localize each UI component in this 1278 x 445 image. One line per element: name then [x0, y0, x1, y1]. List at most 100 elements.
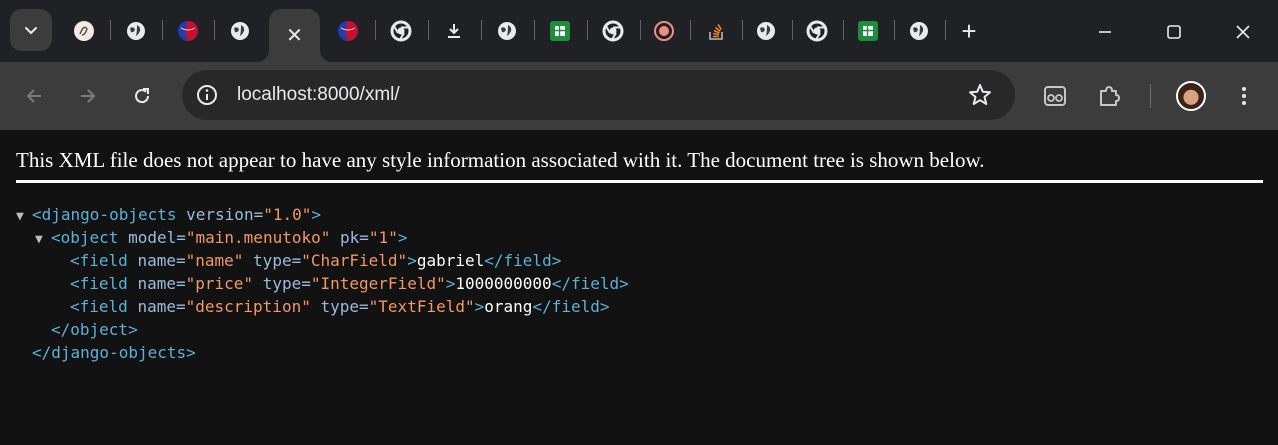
forward-button[interactable]	[70, 78, 106, 114]
url-text[interactable]: localhost:8000/xml/	[237, 83, 400, 107]
xml-attr-value: "main.menutoko"	[185, 228, 331, 247]
maximize-icon	[1167, 25, 1181, 39]
tab-sketch[interactable]	[58, 9, 110, 53]
xml-tag: <field	[70, 297, 128, 316]
xml-text-value: gabriel	[416, 251, 485, 270]
red-blue-ball-favicon-icon	[177, 20, 199, 42]
xml-attr-value: "price"	[185, 274, 254, 293]
minimize-icon	[1099, 31, 1111, 33]
tab-ball-1[interactable]	[162, 9, 214, 53]
arrow-right-icon	[81, 89, 96, 103]
extensions-button[interactable]	[1093, 80, 1125, 112]
xml-tag: </field>	[484, 251, 562, 270]
back-button[interactable]	[16, 78, 52, 114]
menu-button[interactable]	[1228, 80, 1260, 112]
xml-attr-name: name=	[137, 251, 186, 270]
xml-attr-name: type=	[320, 297, 369, 316]
google-sheets-icon	[549, 20, 571, 42]
collapse-triangle-icon[interactable]: ▼	[35, 228, 51, 251]
tab-active[interactable]: ✕	[269, 9, 320, 62]
xml-attr-value: "1"	[368, 228, 398, 247]
google-sheets-icon	[857, 20, 879, 42]
avatar[interactable]	[1176, 81, 1206, 111]
reload-icon	[135, 88, 150, 104]
puzzle-icon	[1100, 86, 1120, 106]
reading-mode-icon	[1044, 86, 1066, 106]
xml-tag: <field	[70, 251, 128, 270]
xml-attr-name: type=	[262, 274, 311, 293]
address-bar[interactable]: localhost:8000/xml/	[182, 70, 1015, 120]
star-icon[interactable]	[967, 82, 993, 108]
xml-tree: ▼ <django-objects version="1.0"> ▼ <object…	[16, 203, 629, 364]
xml-style-notice: This XML file does not appear to have an…	[16, 148, 985, 172]
chevron-down-icon	[25, 27, 37, 35]
xml-root-open-line: ▼ <django-objects version="1.0">	[16, 203, 629, 226]
close-icon[interactable]: ✕	[286, 26, 303, 46]
red-blue-ball-favicon-icon	[337, 20, 359, 42]
chrome-icon	[602, 20, 624, 42]
xml-attr-value: "IntegerField"	[310, 274, 446, 293]
xml-tag-bracket: >	[397, 228, 408, 247]
xml-object-close-line: </object>	[16, 318, 629, 341]
globe-icon	[229, 20, 251, 42]
tab-globe-2[interactable]	[214, 9, 266, 53]
xml-text-value: orang	[484, 297, 533, 316]
xml-tag: </django-objects>	[32, 343, 196, 362]
xml-tag-bracket: >	[445, 274, 456, 293]
xml-tag-bracket: >	[311, 205, 322, 224]
tab-sheets-1[interactable]	[534, 9, 586, 53]
globe-icon	[908, 20, 930, 42]
info-icon[interactable]	[195, 83, 219, 107]
toolbar: localhost:8000/xml/	[0, 62, 1278, 130]
tab-ball-2[interactable]	[322, 9, 374, 53]
tab-globe-5[interactable]	[893, 9, 945, 53]
chrome-icon	[806, 20, 828, 42]
xml-attr-name: version=	[186, 205, 264, 224]
reload-button[interactable]	[124, 78, 160, 114]
xml-object-open-line: ▼ <object model="main.menutoko" pk="1">	[16, 226, 629, 249]
xml-tag-bracket: >	[474, 297, 485, 316]
tab-stackoverflow[interactable]	[690, 9, 742, 53]
xml-text-value: 1000000000	[455, 274, 552, 293]
record-icon	[653, 20, 675, 42]
tab-downloads[interactable]	[428, 9, 480, 53]
minimize-button[interactable]	[1085, 16, 1125, 48]
tab-record[interactable]	[638, 9, 690, 53]
xml-field-line: <field name="description" type="TextFiel…	[16, 295, 629, 318]
browser-window: ✕ + localhost:8000/xml/ This XML file do…	[0, 0, 1278, 445]
xml-tag: <field	[70, 274, 128, 293]
tab-chrome-3[interactable]	[791, 9, 843, 53]
xml-tag: </field>	[551, 274, 629, 293]
arrow-left-icon	[26, 89, 41, 103]
xml-attr-value: "CharField"	[301, 251, 408, 270]
xml-tag: </field>	[532, 297, 610, 316]
tab-globe-3[interactable]	[481, 9, 533, 53]
xml-attr-name: name=	[137, 297, 186, 316]
xml-attr-value: "name"	[185, 251, 244, 270]
maximize-button[interactable]	[1154, 16, 1194, 48]
reading-mode-button[interactable]	[1039, 80, 1071, 112]
xml-tag: </object>	[51, 320, 138, 339]
tab-search-button[interactable]	[10, 9, 52, 51]
xml-attr-name: pk=	[340, 228, 369, 247]
globe-icon	[755, 20, 777, 42]
tab-sheets-2[interactable]	[842, 9, 894, 53]
xml-attr-value: "1.0"	[263, 205, 312, 224]
tab-chrome-1[interactable]	[375, 9, 427, 53]
tab-globe-1[interactable]	[110, 9, 162, 53]
xml-attr-name: model=	[128, 228, 186, 247]
page-content: This XML file does not appear to have an…	[0, 130, 1278, 445]
xml-attr-value: "TextField"	[368, 297, 475, 316]
more-vertical-icon	[1242, 87, 1246, 105]
window-close-button[interactable]	[1223, 16, 1263, 48]
tab-chrome-2[interactable]	[587, 9, 639, 53]
collapse-triangle-icon[interactable]: ▼	[16, 205, 32, 228]
globe-icon	[125, 20, 147, 42]
new-tab-button[interactable]: +	[955, 18, 983, 46]
tab-globe-4[interactable]	[740, 9, 792, 53]
xml-field-line: <field name="price" type="IntegerField">…	[16, 272, 629, 295]
sketch-favicon-icon	[73, 20, 95, 42]
xml-field-line: <field name="name" type="CharField">gabr…	[16, 249, 629, 272]
tab-strip: ✕ +	[0, 0, 1278, 62]
stackoverflow-icon	[705, 20, 727, 42]
